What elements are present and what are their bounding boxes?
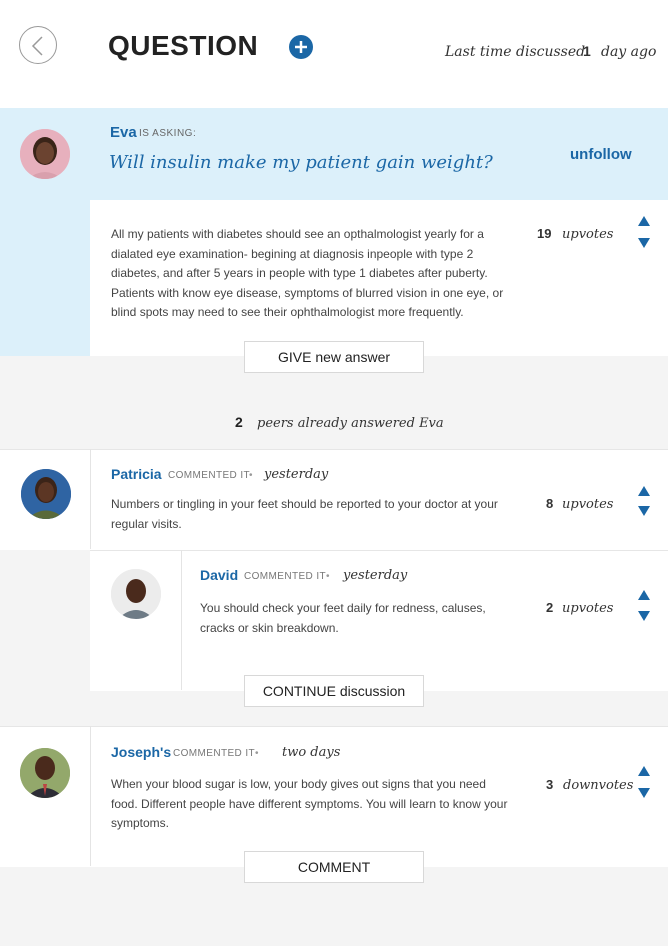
divider bbox=[90, 726, 91, 866]
vote-count: 8 bbox=[546, 496, 554, 511]
avatar bbox=[21, 469, 71, 519]
downvote-button[interactable] bbox=[637, 787, 651, 799]
downvote-button[interactable] bbox=[637, 237, 651, 249]
asking-label: IS ASKING: bbox=[139, 128, 197, 139]
upvote-button[interactable] bbox=[637, 765, 651, 777]
comment-button[interactable]: COMMENT bbox=[244, 851, 424, 883]
person-avatar-icon bbox=[20, 748, 70, 798]
vote-label: upvotes bbox=[562, 601, 614, 616]
back-button[interactable] bbox=[19, 26, 57, 64]
question-author[interactable]: Eva bbox=[110, 124, 137, 141]
triangle-up-icon bbox=[638, 766, 650, 776]
reply-text: You should check your feet daily for red… bbox=[200, 601, 486, 635]
continue-discussion-button[interactable]: CONTINUE discussion bbox=[244, 675, 424, 707]
vote-count: 2 bbox=[546, 600, 554, 615]
separator-dot: • bbox=[255, 748, 259, 759]
downvote-button[interactable] bbox=[637, 505, 651, 517]
triangle-down-icon bbox=[638, 506, 650, 516]
page-title: QUESTION bbox=[108, 30, 259, 61]
triangle-up-icon bbox=[638, 486, 650, 496]
answers-label: peers already answered Eva bbox=[257, 416, 444, 431]
divider bbox=[90, 449, 91, 549]
answer-author[interactable]: Patricia bbox=[111, 466, 162, 482]
person-avatar-icon bbox=[111, 569, 161, 619]
answer-time: yesterday bbox=[264, 467, 329, 482]
triangle-down-icon bbox=[638, 611, 650, 621]
divider bbox=[181, 550, 182, 690]
avatar bbox=[111, 569, 161, 619]
vote-count: 3 bbox=[546, 777, 554, 792]
answer-time: two days bbox=[282, 745, 341, 760]
avatar bbox=[20, 129, 70, 179]
answers-count: 2 bbox=[235, 414, 243, 430]
upvote-button[interactable] bbox=[637, 215, 651, 227]
commented-label: COMMENTED IT bbox=[168, 470, 251, 481]
question-title: Will insulin make my patient gain weight… bbox=[109, 152, 493, 173]
add-question-button[interactable] bbox=[289, 35, 313, 59]
triangle-down-icon bbox=[638, 788, 650, 798]
question-text: All my patients with diabetes should see… bbox=[111, 227, 504, 319]
separator-dot: • bbox=[249, 470, 253, 481]
triangle-up-icon bbox=[638, 216, 650, 226]
vote-label: upvotes bbox=[562, 497, 614, 512]
triangle-down-icon bbox=[638, 238, 650, 248]
triangle-up-icon bbox=[638, 590, 650, 600]
commented-label: COMMENTED IT bbox=[244, 571, 327, 582]
answer-text: Numbers or tingling in your feet should … bbox=[111, 497, 498, 531]
vote-count: 19 bbox=[537, 226, 552, 241]
separator-dot: • bbox=[326, 571, 330, 582]
avatar bbox=[20, 748, 70, 798]
vote-label: upvotes bbox=[562, 227, 614, 242]
person-avatar-icon bbox=[20, 129, 70, 179]
reply-author[interactable]: David bbox=[200, 567, 238, 583]
question-side-strip bbox=[0, 200, 90, 356]
vote-label: downvotes bbox=[563, 778, 634, 793]
commented-label: COMMENTED IT bbox=[173, 748, 256, 759]
plus-icon bbox=[295, 41, 307, 53]
answer-author[interactable]: Joseph's bbox=[111, 744, 171, 760]
downvote-button[interactable] bbox=[637, 610, 651, 622]
last-discussed-unit: day ago bbox=[601, 44, 657, 60]
person-avatar-icon bbox=[21, 469, 71, 519]
answer-text: When your blood sugar is low, your body … bbox=[111, 777, 508, 830]
reply-time: yesterday bbox=[343, 568, 408, 583]
unfollow-button[interactable]: unfollow bbox=[570, 146, 632, 163]
upvote-button[interactable] bbox=[637, 589, 651, 601]
last-discussed-label: Last time discussed bbox=[445, 44, 586, 60]
last-discussed-count: 1 bbox=[583, 43, 591, 59]
upvote-button[interactable] bbox=[637, 485, 651, 497]
give-answer-button[interactable]: GIVE new answer bbox=[244, 341, 424, 373]
chevron-left-icon bbox=[31, 36, 43, 56]
